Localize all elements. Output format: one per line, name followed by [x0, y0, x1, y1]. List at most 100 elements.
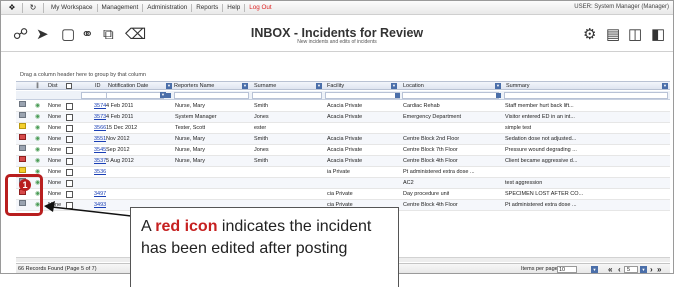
col-surname[interactable]: Surname: [254, 82, 276, 90]
cell-summary: Client became aggressive d...: [505, 158, 578, 164]
cell-id[interactable]: 3573: [94, 112, 106, 123]
cell-date: 4 Feb 2011: [106, 114, 134, 120]
col-notification-date[interactable]: Notification Date: [108, 82, 148, 90]
facility-filter-icon[interactable]: [395, 93, 400, 98]
reporter-filter[interactable]: [174, 92, 249, 99]
prev-page-icon[interactable]: ‹: [618, 264, 621, 273]
row-checkbox[interactable]: [66, 202, 73, 209]
group-by-bar[interactable]: Drag a column header here to group by th…: [16, 70, 670, 80]
cell-id[interactable]: 3536: [94, 167, 106, 178]
next-page-icon[interactable]: ›: [650, 264, 653, 273]
row-checkbox[interactable]: [66, 114, 73, 121]
row-checkbox[interactable]: [66, 103, 73, 110]
logout-link[interactable]: Log Out: [245, 4, 275, 12]
cell-dist: None: [48, 202, 62, 208]
cell-dist: None: [48, 103, 62, 109]
filter-row: ▼: [16, 91, 670, 100]
cell-id[interactable]: 3537: [94, 156, 106, 167]
cell-summary: Pressure wound degrading ...: [505, 147, 577, 153]
user-info: USER: System Manager (Manager): [574, 4, 669, 10]
cell-facility: cia Private: [327, 191, 353, 197]
table-row[interactable]: ◉ None 3497 cia Private Day procedure unit SP…: [16, 189, 670, 200]
location-column-menu-icon[interactable]: ▼: [495, 83, 501, 89]
table-row[interactable]: ◉ None 3566 15 Dec 2012 Tester, Scott ester si…: [16, 123, 670, 134]
cell-id[interactable]: 3493: [94, 200, 106, 211]
summary-filter[interactable]: [504, 92, 668, 99]
row-checkbox[interactable]: [66, 125, 73, 132]
row-checkbox[interactable]: [66, 158, 73, 165]
cell-location: Centre Block 4th Floor: [403, 158, 458, 164]
items-per-page-select[interactable]: 10: [557, 266, 577, 273]
cell-id[interactable]: 3545: [94, 145, 106, 156]
cell-dist: None: [48, 191, 62, 197]
row-checkbox[interactable]: [66, 169, 73, 176]
table-row[interactable]: ◉ None 3551 Nov 2012 Nurse, Mary Smith Acacia …: [16, 134, 670, 145]
cell-id[interactable]: 3497: [94, 189, 106, 200]
facility-column-menu-icon[interactable]: ▼: [391, 83, 397, 89]
surname-column-menu-icon[interactable]: ▼: [316, 83, 322, 89]
menu-administration[interactable]: Administration: [143, 3, 193, 12]
new-incident-icon: [19, 167, 26, 173]
read-status-icon: ◉: [35, 147, 41, 153]
table-row[interactable]: ◉ None 3574 4 Feb 2011 Nurse, Mary Smith Acaci…: [16, 101, 670, 112]
col-location[interactable]: Location: [403, 82, 424, 90]
cell-location: AC2: [403, 180, 414, 186]
cell-location: Pt administered extra dose ...: [403, 169, 475, 175]
date-filter-icon[interactable]: [166, 93, 171, 98]
cell-id[interactable]: 3566: [94, 123, 106, 134]
cell-id[interactable]: 3551: [94, 134, 106, 145]
cell-reporter: Nurse, Mary: [175, 158, 205, 164]
location-filter-icon[interactable]: [496, 93, 501, 98]
location-filter[interactable]: [402, 92, 499, 99]
cell-id[interactable]: 3574: [94, 101, 106, 112]
records-found: 66 Records Found (Page 5 of 7): [18, 266, 97, 272]
cell-location: Day procedure unit: [403, 191, 450, 197]
cell-dist: None: [48, 136, 62, 142]
facility-filter[interactable]: [325, 92, 400, 99]
menu-my-workspace[interactable]: My Workspace: [47, 3, 98, 12]
table-row[interactable]: ◉ None AC2 test aggression: [16, 178, 670, 189]
row-checkbox[interactable]: [66, 136, 73, 143]
items-per-page-dropdown-icon[interactable]: ▼: [591, 266, 598, 273]
menu-help[interactable]: Help: [223, 3, 246, 12]
cell-dist: None: [48, 180, 62, 186]
table-row[interactable]: ◉ None 3536 ia Private Pt administered extra…: [16, 167, 670, 178]
refresh-icon[interactable]: ↻: [26, 2, 40, 14]
menu-management[interactable]: Management: [98, 3, 144, 12]
cell-surname: Smith: [254, 158, 269, 164]
cell-summary: test aggression: [505, 180, 543, 186]
cell-facility: Acacia Private: [327, 136, 363, 142]
last-page-icon[interactable]: »: [657, 264, 661, 273]
reporter-column-menu-icon[interactable]: ▼: [242, 83, 248, 89]
row-checkbox[interactable]: [66, 191, 73, 198]
first-page-icon[interactable]: «: [608, 264, 612, 273]
col-reporters-name[interactable]: Reporters Name: [174, 82, 214, 90]
read-status-icon: ◉: [35, 103, 41, 109]
cell-location: Emergency Department: [403, 114, 462, 120]
table-row[interactable]: ◉ None 3573 4 Feb 2011 System Manager Jones Ac…: [16, 112, 670, 123]
row-checkbox[interactable]: [66, 147, 73, 154]
cell-location: Centre Block 7th Floor: [403, 147, 458, 153]
cell-reporter: Nurse, Mary: [175, 103, 205, 109]
col-dist[interactable]: Dist: [48, 82, 57, 90]
menu-reports[interactable]: Reports: [192, 3, 224, 12]
page-number-input[interactable]: 5: [624, 266, 638, 273]
cell-surname: Jones: [254, 147, 269, 153]
date-filter[interactable]: [106, 92, 164, 99]
read-status-icon: ◉: [35, 158, 41, 164]
select-all-checkbox[interactable]: [66, 83, 72, 89]
surname-filter[interactable]: [252, 92, 322, 99]
cell-location: Centre Block 2nd Floor: [403, 136, 460, 142]
row-checkbox[interactable]: [66, 180, 73, 187]
page-subtitle: New incidents and edits of incidents: [297, 39, 377, 45]
cell-surname: ester: [254, 125, 267, 131]
incident-status-icon: [19, 112, 26, 118]
summary-column-menu-icon[interactable]: ▼: [662, 83, 668, 89]
page-dropdown-icon[interactable]: ▼: [640, 266, 647, 273]
table-row[interactable]: ◉ None 3537 5 Aug 2012 Nurse, Mary Smith Acaci…: [16, 156, 670, 167]
col-id[interactable]: ID: [95, 82, 101, 90]
date-column-menu-icon[interactable]: ▼: [166, 83, 172, 89]
table-row[interactable]: ◉ None 3545 Sep 2012 Nurse, Mary Jones Acacia …: [16, 145, 670, 156]
col-facility[interactable]: Facility: [327, 82, 344, 90]
col-summary[interactable]: Summary: [506, 82, 530, 90]
